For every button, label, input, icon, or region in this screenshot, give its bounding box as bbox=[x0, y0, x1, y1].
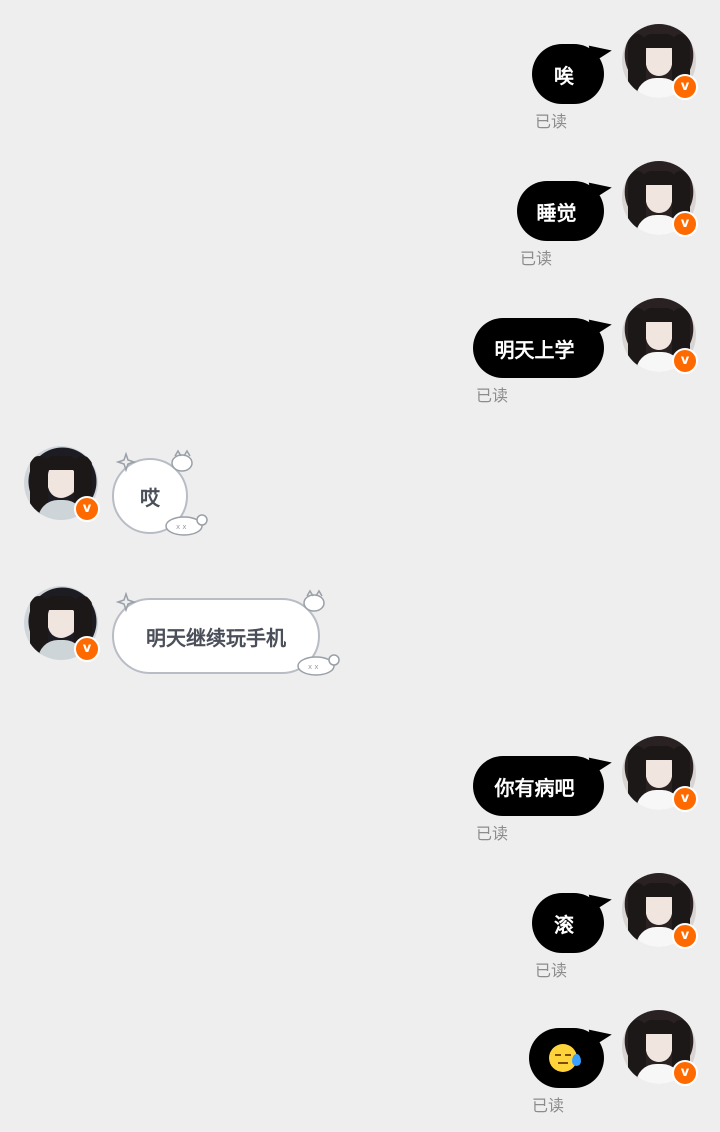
message-text: 唉 bbox=[554, 63, 574, 88]
verified-badge-icon: v bbox=[672, 786, 698, 812]
verified-badge-icon: v bbox=[672, 923, 698, 949]
message-bubble[interactable]: 你有病吧 bbox=[473, 754, 614, 816]
avatar[interactable]: v bbox=[622, 298, 698, 374]
message-text: 滚 bbox=[554, 912, 574, 937]
message-bubble[interactable]: 唉 bbox=[532, 42, 614, 104]
sweat-emoji-icon bbox=[548, 1044, 581, 1072]
message-bubble[interactable]: 滚 bbox=[532, 891, 614, 953]
svg-text:x x: x x bbox=[308, 663, 319, 671]
verified-badge-icon: v bbox=[672, 1060, 698, 1086]
message-row: v 明天继续玩手机 x x bbox=[0, 586, 720, 706]
message-bubble[interactable] bbox=[529, 1026, 614, 1088]
message-bubble[interactable]: 睡觉 bbox=[517, 179, 614, 241]
verified-badge-icon: v bbox=[672, 74, 698, 100]
message-row: 已读 v bbox=[0, 1010, 720, 1130]
message-row: 明天上学 已读 v bbox=[0, 298, 720, 418]
read-status: 已读 bbox=[535, 961, 568, 980]
verified-badge-icon: v bbox=[672, 348, 698, 374]
message-text: 你有病吧 bbox=[494, 775, 575, 800]
avatar[interactable]: v bbox=[622, 736, 698, 812]
avatar[interactable]: v bbox=[622, 161, 698, 237]
read-status: 已读 bbox=[535, 112, 568, 131]
verified-badge-icon: v bbox=[74, 496, 100, 522]
bubble-decoration-icon: x x bbox=[115, 449, 208, 536]
read-status: 已读 bbox=[476, 824, 509, 843]
message-text: 明天上学 bbox=[494, 337, 575, 362]
verified-badge-icon: v bbox=[74, 636, 100, 662]
message-row: v 哎 x x bbox=[0, 446, 720, 566]
avatar[interactable]: v bbox=[622, 1010, 698, 1086]
read-status: 已读 bbox=[532, 1096, 565, 1115]
svg-text:x x: x x bbox=[176, 523, 187, 531]
read-status: 已读 bbox=[476, 386, 509, 405]
message-row: 唉 已读 v bbox=[0, 24, 720, 144]
avatar[interactable]: v bbox=[24, 586, 100, 662]
bubble-decoration-icon: x x bbox=[115, 589, 340, 676]
verified-badge-icon: v bbox=[672, 211, 698, 237]
avatar[interactable]: v bbox=[622, 873, 698, 949]
message-row: 你有病吧 已读 v bbox=[0, 736, 720, 856]
avatar[interactable]: v bbox=[622, 24, 698, 100]
message-bubble[interactable]: 明天上学 bbox=[473, 316, 614, 378]
message-row: 滚 已读 v bbox=[0, 873, 720, 993]
message-row: 睡觉 已读 v bbox=[0, 161, 720, 281]
read-status: 已读 bbox=[520, 249, 553, 268]
message-text: 睡觉 bbox=[536, 200, 577, 225]
avatar[interactable]: v bbox=[24, 446, 100, 522]
